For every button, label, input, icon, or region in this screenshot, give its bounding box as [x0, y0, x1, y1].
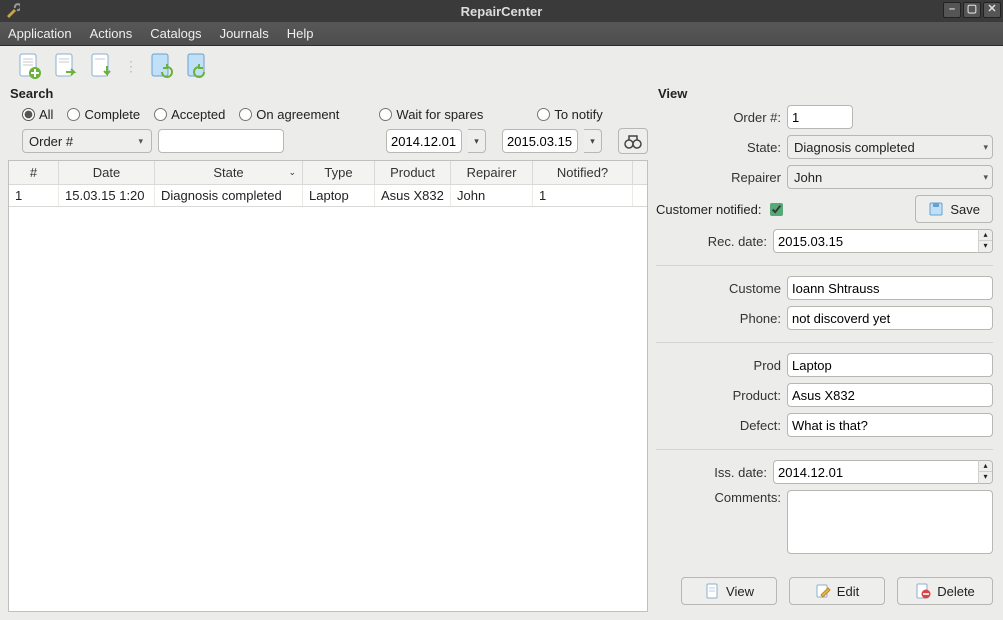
toolbar: ⋮	[4, 50, 999, 86]
table-row[interactable]: 1 15.03.15 1:20 Diagnosis completed Lapt…	[9, 185, 647, 207]
order-label: Order #:	[681, 110, 781, 125]
step-down-icon[interactable]: ▾	[979, 241, 992, 252]
repairer-label: Repairer	[681, 170, 781, 185]
menu-bar: Application Actions Catalogs Journals He…	[0, 22, 1003, 46]
window-title: RepairCenter	[0, 4, 1003, 19]
save-button[interactable]: Save	[915, 195, 993, 223]
doc-sync-b-icon[interactable]	[184, 52, 210, 80]
search-query-input[interactable]	[158, 129, 284, 153]
comments-label: Comments:	[681, 490, 781, 505]
defect-input[interactable]	[787, 413, 993, 437]
state-label: State:	[681, 140, 781, 155]
filter-to-notify[interactable]: To notify	[537, 107, 602, 122]
new-doc-right-icon[interactable]	[52, 52, 78, 80]
new-doc-icon[interactable]	[16, 52, 42, 80]
step-up-icon[interactable]: ▴	[979, 461, 992, 472]
delete-icon	[915, 583, 931, 599]
menu-help[interactable]: Help	[287, 26, 314, 41]
notified-label: Customer notified:	[656, 202, 762, 217]
col-state[interactable]: State⌄	[155, 161, 303, 184]
menu-catalogs[interactable]: Catalogs	[150, 26, 201, 41]
filter-accepted[interactable]: Accepted	[154, 107, 225, 122]
col-product[interactable]: Product	[375, 161, 451, 184]
prodtype-input[interactable]	[787, 353, 993, 377]
filter-wait-for-spares[interactable]: Wait for spares	[379, 107, 483, 122]
grid-header: # Date State⌄ Type Product Repairer Noti…	[9, 161, 647, 185]
client-area: ⋮ Search All Complete Accepted O	[0, 46, 1003, 620]
phone-input[interactable]	[787, 306, 993, 330]
step-up-icon[interactable]: ▴	[979, 230, 992, 241]
customer-input[interactable]	[787, 276, 993, 300]
date-to-input[interactable]	[502, 129, 578, 153]
view-button[interactable]: View	[681, 577, 777, 605]
search-button[interactable]	[618, 128, 648, 154]
orders-grid[interactable]: # Date State⌄ Type Product Repairer Noti…	[8, 160, 648, 612]
chevron-down-icon: ▾	[979, 142, 992, 153]
repairer-select[interactable]: John▾	[787, 165, 993, 189]
menu-journals[interactable]: Journals	[220, 26, 269, 41]
col-num[interactable]: #	[9, 161, 59, 184]
filter-all[interactable]: All	[22, 107, 53, 122]
search-field-combo[interactable]: Order # ▾	[22, 129, 152, 153]
issdate-label: Iss. date:	[667, 465, 767, 480]
comments-textarea[interactable]	[787, 490, 993, 554]
pencil-icon	[815, 583, 831, 599]
save-icon	[928, 201, 944, 217]
state-select[interactable]: Diagnosis completed▾	[787, 135, 993, 159]
col-date[interactable]: Date	[59, 161, 155, 184]
doc-icon	[704, 583, 720, 599]
title-bar: RepairCenter – ▢ ✕	[0, 0, 1003, 22]
customer-label: Custome	[681, 281, 781, 296]
menu-actions[interactable]: Actions	[90, 26, 133, 41]
order-input[interactable]	[787, 105, 853, 129]
product-label: Product:	[681, 388, 781, 403]
step-down-icon[interactable]: ▾	[979, 472, 992, 483]
chevron-down-icon: ▾	[979, 172, 992, 183]
phone-label: Phone:	[681, 311, 781, 326]
new-doc-down-icon[interactable]	[88, 52, 114, 80]
col-type[interactable]: Type	[303, 161, 375, 184]
sort-indicator-icon: ⌄	[288, 167, 296, 178]
view-title: View	[658, 86, 993, 101]
defect-label: Defect:	[681, 418, 781, 433]
filter-on-agreement[interactable]: On agreement	[239, 107, 339, 122]
date-to-dropdown[interactable]: ▾	[584, 129, 602, 153]
date-from-dropdown[interactable]: ▾	[468, 129, 486, 153]
prod-label: Prod	[681, 358, 781, 373]
search-filters: All Complete Accepted On agreement Wait …	[8, 105, 648, 128]
col-repairer[interactable]: Repairer	[451, 161, 533, 184]
chevron-down-icon: ▾	[134, 136, 147, 147]
menu-application[interactable]: Application	[8, 26, 72, 41]
toolbar-separator: ⋮	[124, 58, 138, 75]
binoculars-icon	[624, 132, 642, 150]
filter-complete[interactable]: Complete	[67, 107, 140, 122]
notified-checkbox[interactable]	[770, 203, 783, 216]
product-input[interactable]	[787, 383, 993, 407]
col-notified[interactable]: Notified?	[533, 161, 633, 184]
close-button[interactable]: ✕	[983, 2, 1001, 18]
recdate-label: Rec. date:	[667, 234, 767, 249]
search-title: Search	[10, 86, 648, 101]
maximize-button[interactable]: ▢	[963, 2, 981, 18]
issdate-input[interactable]: ▴▾	[773, 460, 993, 484]
doc-sync-a-icon[interactable]	[148, 52, 174, 80]
delete-button[interactable]: Delete	[897, 577, 993, 605]
recdate-input[interactable]: ▴▾	[773, 229, 993, 253]
date-from-input[interactable]	[386, 129, 462, 153]
edit-button[interactable]: Edit	[789, 577, 885, 605]
minimize-button[interactable]: –	[943, 2, 961, 18]
